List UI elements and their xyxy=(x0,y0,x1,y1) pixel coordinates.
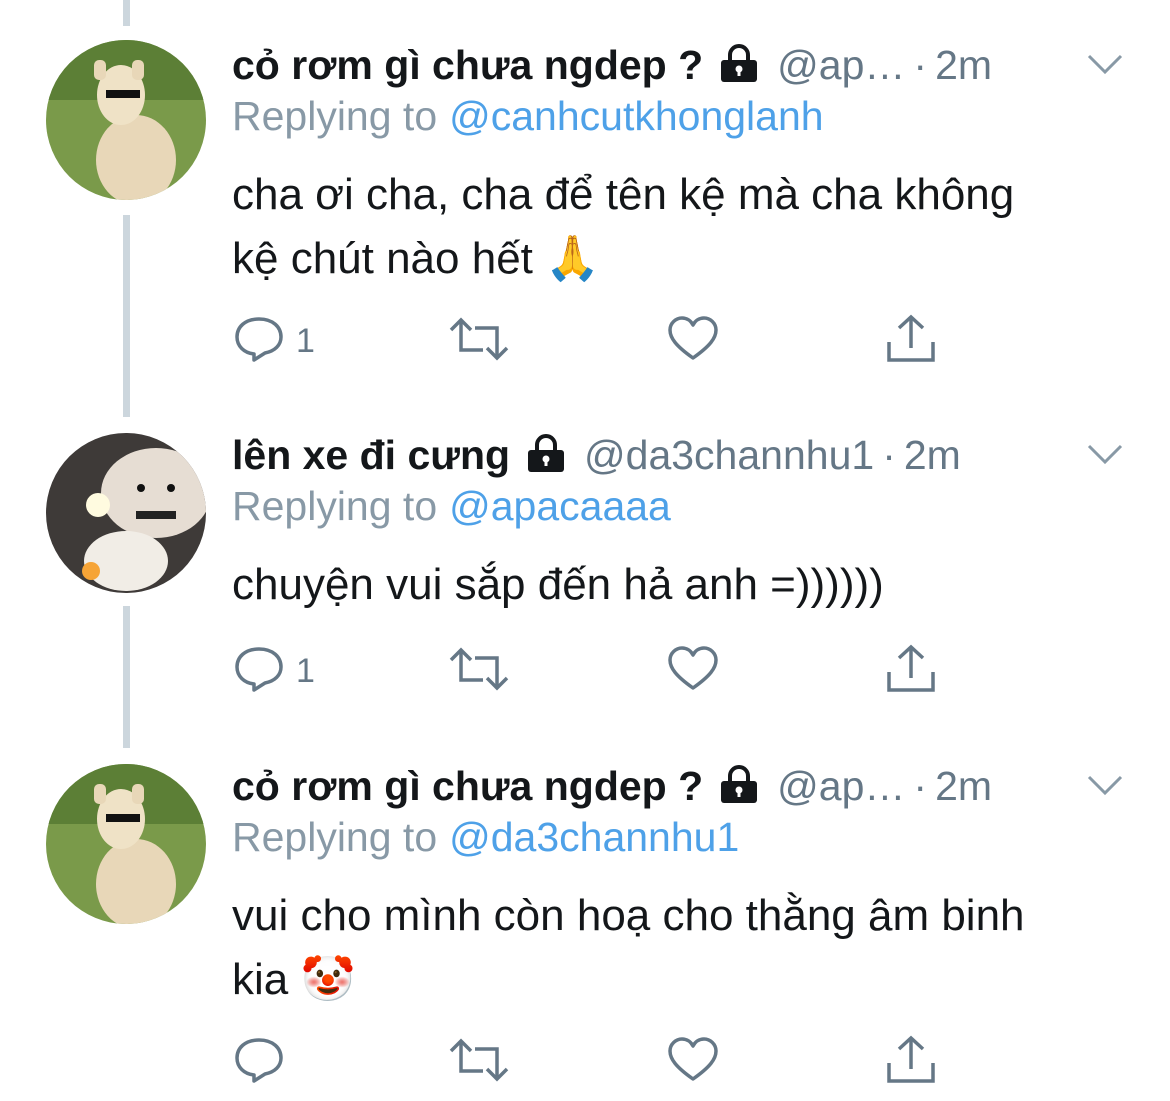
replying-label: Replying to xyxy=(232,814,438,860)
replying-to: Replying to @da3channhu1 xyxy=(232,814,739,861)
lock-icon xyxy=(524,433,568,478)
retweet-icon xyxy=(447,314,511,369)
clown-emoji: 🤡 xyxy=(300,955,356,1004)
separator: · xyxy=(913,41,928,88)
lock-icon xyxy=(717,764,761,809)
display-name[interactable]: cỏ rơm gì chưa ngdep ? xyxy=(232,763,703,810)
chevron-down-icon[interactable] xyxy=(1085,51,1125,82)
handle[interactable]: @da3channhu1 xyxy=(584,432,874,479)
mention-link[interactable]: @da3channhu1 xyxy=(449,814,739,860)
reply-icon xyxy=(232,1035,286,1090)
share-button[interactable] xyxy=(884,641,938,701)
retweet-button[interactable] xyxy=(447,641,511,701)
retweet-button[interactable] xyxy=(447,1032,511,1092)
mention-link[interactable]: @apacaaaa xyxy=(449,483,671,529)
avatar[interactable] xyxy=(46,764,206,924)
tweet-text-line: kia xyxy=(232,955,289,1004)
display-name[interactable]: lên xe đi cưng xyxy=(232,432,510,479)
reply-count: 1 xyxy=(296,321,315,360)
replying-to: Replying to @canhcutkhonglanh xyxy=(232,93,824,140)
heart-icon xyxy=(666,314,720,369)
reply-count: 1 xyxy=(296,651,315,690)
timestamp[interactable]: 2m xyxy=(935,763,992,810)
share-icon xyxy=(884,314,938,369)
lock-icon xyxy=(717,43,761,88)
tweet-text-line: kệ chút nào hết xyxy=(232,234,533,283)
tweet-1[interactable]: cỏ rơm gì chưa ngdep ? @ap… · 2m Replyin… xyxy=(0,35,1170,375)
separator: · xyxy=(882,431,896,478)
tweet-text: cha ơi cha, cha để tên kệ mà cha không k… xyxy=(232,163,1132,291)
chevron-down-icon[interactable] xyxy=(1085,441,1125,472)
replying-to: Replying to @apacaaaa xyxy=(232,483,671,530)
reply-icon xyxy=(232,314,286,369)
share-button[interactable] xyxy=(884,1032,938,1092)
reply-button[interactable] xyxy=(232,1032,296,1092)
share-button[interactable] xyxy=(884,311,938,371)
avatar[interactable] xyxy=(46,40,206,200)
tweet-text-line: cha ơi cha, cha để tên kệ mà cha không xyxy=(232,170,1015,219)
share-icon xyxy=(884,644,938,699)
like-button[interactable] xyxy=(666,311,720,371)
like-button[interactable] xyxy=(666,641,720,701)
timestamp[interactable]: 2m xyxy=(904,432,961,479)
thread-line-top xyxy=(123,0,130,26)
tweet-text-line: chuyện vui sắp đến hả anh =)))))) xyxy=(232,560,884,609)
heart-icon xyxy=(666,644,720,699)
display-name[interactable]: cỏ rơm gì chưa ngdep ? xyxy=(232,42,703,89)
chevron-down-icon[interactable] xyxy=(1085,772,1125,803)
handle[interactable]: @ap… xyxy=(777,42,905,89)
avatar[interactable] xyxy=(46,433,206,593)
replying-label: Replying to xyxy=(232,483,438,529)
reply-button[interactable]: 1 xyxy=(232,311,315,371)
timestamp[interactable]: 2m xyxy=(935,42,992,89)
tweet-header: cỏ rơm gì chưa ngdep ? @ap… · 2m xyxy=(232,756,992,816)
retweet-icon xyxy=(447,1035,511,1090)
heart-icon xyxy=(666,1035,720,1090)
action-bar: 1 xyxy=(232,311,952,371)
pray-emoji: 🙏 xyxy=(545,234,600,283)
share-icon xyxy=(884,1035,938,1090)
retweet-icon xyxy=(447,644,511,699)
replying-label: Replying to xyxy=(232,93,438,139)
reply-icon xyxy=(232,644,286,699)
tweet-3[interactable]: cỏ rơm gì chưa ngdep ? @ap… · 2m Replyin… xyxy=(0,756,1170,1101)
tweet-text-line: vui cho mình còn hoạ cho thằng âm binh xyxy=(232,891,1025,940)
reply-button[interactable]: 1 xyxy=(232,641,315,701)
separator: · xyxy=(913,762,928,809)
tweet-header: lên xe đi cưng @da3channhu1 · 2m xyxy=(232,425,961,485)
tweet-text: vui cho mình còn hoạ cho thằng âm binh k… xyxy=(232,884,1132,1012)
tweet-text: chuyện vui sắp đến hả anh =)))))) xyxy=(232,553,1132,617)
action-bar: 1 xyxy=(232,641,952,701)
tweet-2[interactable]: lên xe đi cưng @da3channhu1 · 2m Replyin… xyxy=(0,425,1170,715)
action-bar xyxy=(232,1032,952,1092)
mention-link[interactable]: @canhcutkhonglanh xyxy=(449,93,823,139)
like-button[interactable] xyxy=(666,1032,720,1092)
retweet-button[interactable] xyxy=(447,311,511,371)
tweet-header: cỏ rơm gì chưa ngdep ? @ap… · 2m xyxy=(232,35,992,95)
handle[interactable]: @ap… xyxy=(777,763,905,810)
